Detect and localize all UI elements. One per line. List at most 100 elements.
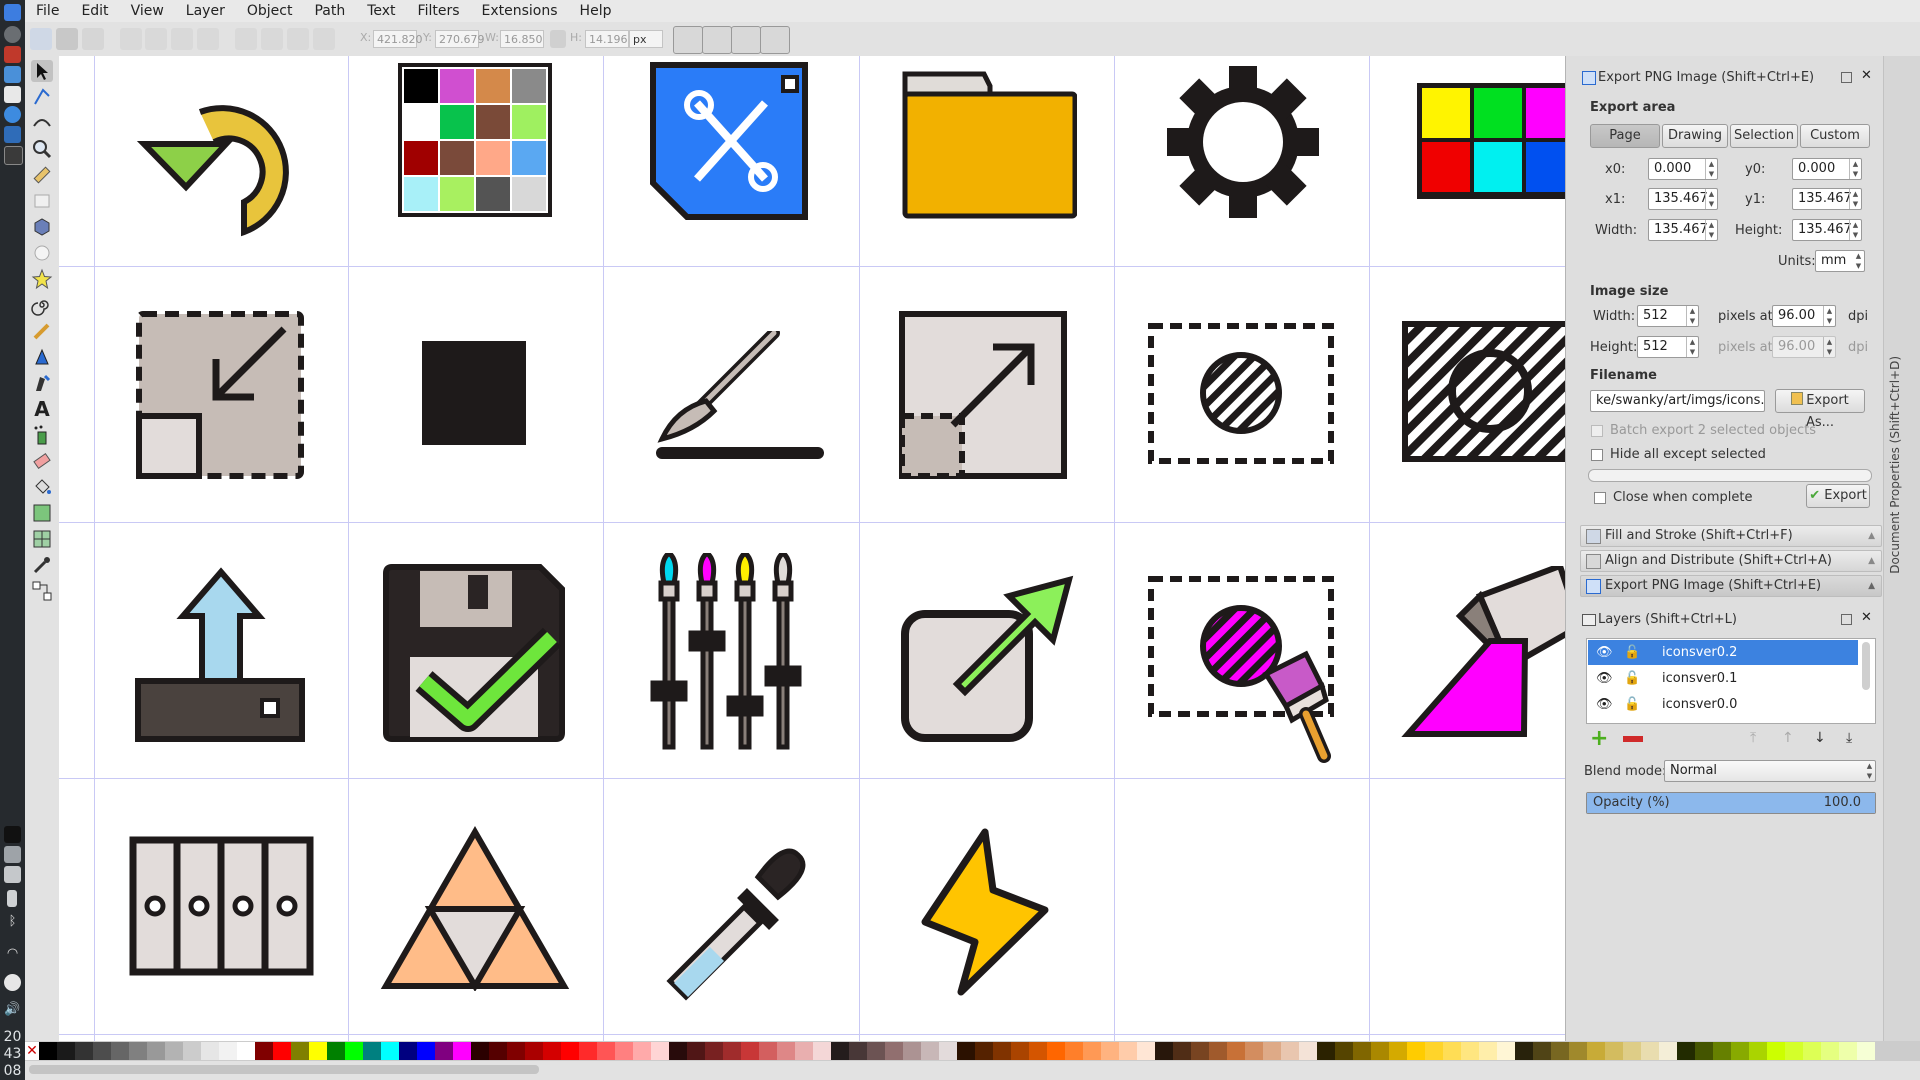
color-swatch[interactable] (1425, 1042, 1443, 1060)
y-field[interactable]: 270.679 (435, 30, 485, 48)
calligraphy-tool-icon[interactable] (31, 372, 53, 394)
lightning-icon[interactable] (919, 828, 1054, 998)
color-swatch[interactable] (543, 1042, 561, 1060)
flip-horizontal-icon[interactable] (171, 28, 193, 50)
hatched-selection-icon[interactable] (1146, 321, 1336, 466)
color-swatch[interactable] (795, 1042, 813, 1060)
menu-file[interactable]: File (25, 0, 70, 22)
menu-edit[interactable]: Edit (70, 0, 119, 22)
color-swatch[interactable] (561, 1042, 579, 1060)
color-swatch[interactable] (273, 1042, 291, 1060)
color-swatch[interactable] (939, 1042, 957, 1060)
raise-top-icon[interactable] (313, 28, 335, 50)
color-swatch[interactable] (129, 1042, 147, 1060)
dropdown-arrow-icon[interactable]: ▲ ▼ (1864, 761, 1875, 781)
gear-icon[interactable] (1166, 62, 1321, 222)
area-drawing-button[interactable]: Drawing (1662, 124, 1728, 148)
tools-document-icon[interactable] (647, 59, 812, 224)
select-all-layers-icon[interactable] (56, 28, 78, 50)
color-swatch[interactable] (633, 1042, 651, 1060)
color-swatch[interactable] (1821, 1042, 1839, 1060)
menu-view[interactable]: View (120, 0, 175, 22)
color-swatch[interactable] (867, 1042, 885, 1060)
lock-icon[interactable]: 🔓 (1624, 692, 1640, 717)
files-icon[interactable] (4, 66, 21, 83)
color-swatch[interactable] (381, 1042, 399, 1060)
move-gradients-button[interactable] (731, 26, 761, 54)
color-swatch[interactable] (1299, 1042, 1317, 1060)
color-swatch[interactable] (507, 1042, 525, 1060)
color-swatch[interactable] (1119, 1042, 1137, 1060)
color-swatch[interactable] (399, 1042, 417, 1060)
hide-except-checkbox[interactable] (1591, 449, 1603, 461)
settings-icon[interactable] (4, 86, 21, 103)
menu-layer[interactable]: Layer (175, 0, 236, 22)
raise-icon[interactable] (287, 28, 309, 50)
color-swatch[interactable] (1515, 1042, 1533, 1060)
dpi-x-field[interactable]: 96.00 ▲ ▼ (1772, 305, 1836, 327)
eraser-tool-icon[interactable] (31, 450, 53, 472)
color-swatch[interactable] (525, 1042, 543, 1060)
measure-tool-icon[interactable] (31, 164, 53, 186)
remove-layer-icon[interactable] (1623, 736, 1643, 742)
color-swatch[interactable] (723, 1042, 741, 1060)
color-swatch[interactable] (1263, 1042, 1281, 1060)
color-swatch[interactable] (1479, 1042, 1497, 1060)
layers-scrollbar[interactable] (1862, 642, 1870, 690)
blend-mode-select[interactable]: Normal ▲ ▼ (1664, 760, 1876, 782)
h-field[interactable]: 14.196 (585, 30, 629, 48)
spin-arrows[interactable]: ▲ ▼ (1849, 220, 1861, 240)
spiral-tool-icon[interactable] (31, 294, 53, 316)
color-swatch[interactable] (669, 1042, 687, 1060)
color-swatch[interactable] (1497, 1042, 1515, 1060)
area-height-field[interactable]: 135.467 ▲ ▼ (1792, 219, 1862, 241)
eyedropper-icon[interactable] (654, 821, 829, 1001)
color-swatch[interactable] (813, 1042, 831, 1060)
external-link-icon[interactable] (897, 564, 1082, 744)
layer-row-selected[interactable]: 👁 🔓 iconsver0.2 (1588, 640, 1858, 665)
swatch-grid-icon[interactable] (398, 63, 553, 218)
selector-tool-icon[interactable] (31, 60, 53, 82)
color-swatch[interactable] (1731, 1042, 1749, 1060)
y0-field[interactable]: 0.000 ▲ ▼ (1792, 158, 1862, 180)
collapse-arrow-icon[interactable]: ▲ (1868, 551, 1875, 571)
paint-selection-icon[interactable] (1146, 574, 1341, 764)
color-swatch[interactable] (1101, 1042, 1119, 1060)
pencil-tool-icon[interactable] (31, 320, 53, 342)
color-swatch[interactable] (165, 1042, 183, 1060)
lower-icon[interactable] (261, 28, 283, 50)
color-swatch[interactable] (1713, 1042, 1731, 1060)
deselect-icon[interactable] (82, 28, 104, 50)
color-swatch[interactable] (741, 1042, 759, 1060)
color-swatch[interactable] (219, 1042, 237, 1060)
color-swatch[interactable] (1173, 1042, 1191, 1060)
lock-icon[interactable]: 🔓 (1624, 640, 1640, 665)
folder-icon[interactable] (902, 66, 1077, 221)
color-swatch[interactable] (111, 1042, 129, 1060)
color-swatch[interactable] (975, 1042, 993, 1060)
paint-bucket-tool-icon[interactable] (31, 476, 53, 498)
color-swatch[interactable] (687, 1042, 705, 1060)
color-swatch[interactable] (1155, 1042, 1173, 1060)
color-swatch[interactable] (201, 1042, 219, 1060)
zoom-tool-icon[interactable] (31, 138, 53, 160)
node-tool-icon[interactable] (31, 86, 53, 108)
color-swatch[interactable] (183, 1042, 201, 1060)
lock-icon[interactable]: 🔓 (1624, 666, 1640, 691)
scale-stroke-button[interactable] (673, 26, 703, 54)
triangle-icon[interactable] (380, 826, 570, 991)
color-swatch[interactable] (1227, 1042, 1245, 1060)
color-swatch[interactable] (1551, 1042, 1569, 1060)
tweak-tool-icon[interactable] (31, 112, 53, 134)
gradient-tool-icon[interactable] (31, 502, 53, 524)
mail-icon[interactable] (4, 126, 21, 143)
color-swatch[interactable] (1695, 1042, 1713, 1060)
color-swatch[interactable] (363, 1042, 381, 1060)
select-all-icon[interactable] (30, 28, 52, 50)
paint-bucket-pour-icon[interactable] (1400, 566, 1565, 746)
spin-arrows[interactable]: ▲ ▼ (1705, 220, 1717, 240)
color-swatch[interactable] (345, 1042, 363, 1060)
area-page-button[interactable]: Page (1590, 124, 1660, 148)
color-swatch[interactable] (435, 1042, 453, 1060)
save-check-icon[interactable] (380, 561, 580, 746)
